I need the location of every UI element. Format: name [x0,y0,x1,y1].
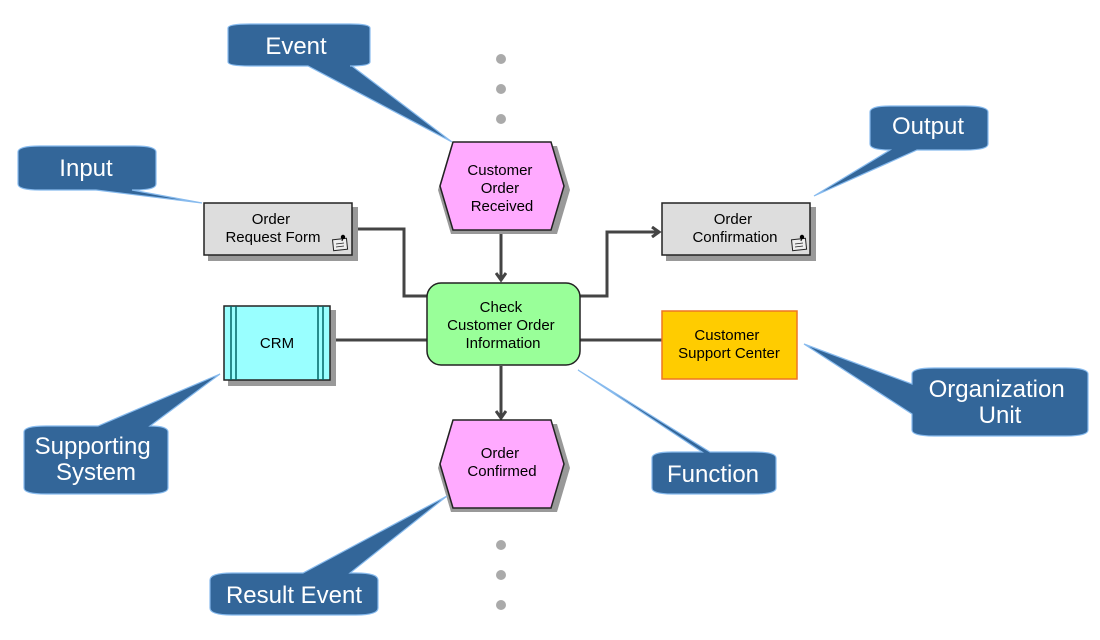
ellipsis-dot [496,540,506,550]
ellipsis-dot [496,54,506,64]
ellipsis-dot [496,570,506,580]
application-system-crm[interactable]: CRM [223,305,336,386]
connector-input-to-function [352,227,427,298]
bottom-ellipsis [496,540,506,610]
callout-label: Result Event [226,582,362,609]
callout-organization-unit: Organization Unit [803,343,1089,437]
callout-label: Input [59,155,113,182]
top-ellipsis [496,54,506,124]
organization-unit-customer-support-center[interactable]: Customer Support Center [661,310,798,380]
ellipsis-dot [496,600,506,610]
callout-label: Function [667,461,759,488]
callout-label: Output [892,113,964,140]
callout-output: Output [813,105,989,197]
document-order-confirmation[interactable]: Order Confirmation [661,202,816,261]
callout-bubble [227,23,453,143]
event-order-confirmed[interactable]: Order Confirmed [438,419,570,512]
callout-label: Event [265,33,327,60]
callout-function: Function [577,369,777,495]
connector-function-to-output [580,232,659,298]
callout-supporting-system: Supporting System [23,373,221,495]
ellipsis-dot [496,84,506,94]
event-customer-order-received[interactable]: Customer Order Received [438,141,570,234]
ellipsis-dot [496,114,506,124]
function-check-customer-order-information[interactable]: Check Customer Order Information [426,282,581,366]
callout-event: Event [227,23,453,143]
epc-diagram: Customer Order Received Check Customer O… [17,23,1089,616]
callout-result-event: Result Event [209,495,448,616]
document-order-request-form[interactable]: Order Request Form [203,202,358,261]
callout-input: Input [17,145,203,204]
system-label: CRM [260,335,294,352]
